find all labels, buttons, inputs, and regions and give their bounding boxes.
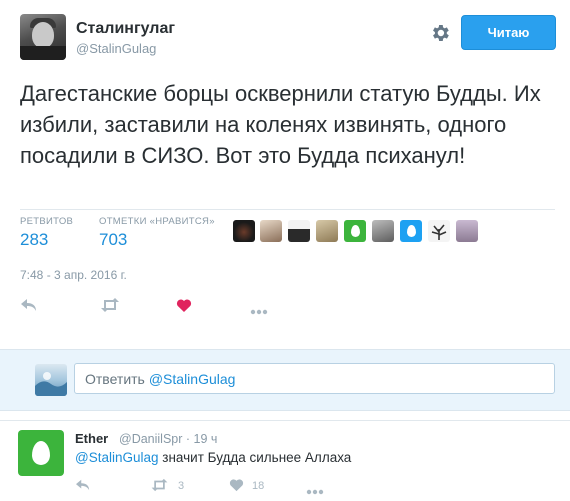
tweet-text: Дагестанские борцы осквернили статую Буд… [20, 81, 541, 168]
author-avatar[interactable] [20, 14, 66, 60]
comment-handle[interactable]: @DaniilSpr [119, 432, 182, 446]
divider [0, 420, 570, 421]
comment-like-count: 18 [252, 480, 265, 492]
retweet-icon[interactable] [100, 297, 120, 318]
reply-input[interactable]: Ответить @StalinGulag [74, 363, 555, 394]
divider [20, 209, 555, 210]
liker-avatar-egg[interactable] [344, 220, 366, 242]
liker-avatar[interactable] [456, 220, 478, 242]
reply-icon[interactable] [20, 297, 38, 318]
liker-avatar[interactable] [288, 220, 310, 242]
retweets-count[interactable]: 283 [20, 230, 48, 250]
likes-count[interactable]: 703 [99, 230, 127, 250]
comment-author-name[interactable]: Ether [75, 431, 108, 446]
comment-avatar-egg[interactable] [18, 430, 64, 476]
liker-avatar[interactable] [260, 220, 282, 242]
liker-avatar-egg[interactable] [400, 220, 422, 242]
liker-avatar[interactable] [428, 220, 450, 242]
follow-button[interactable]: Читаю [461, 15, 556, 50]
comment-time[interactable]: 19 ч [194, 432, 218, 446]
heart-icon[interactable] [176, 298, 192, 318]
reply-prefix: Ответить [85, 370, 145, 387]
retweets-label: РЕТВИТОВ [20, 216, 74, 227]
liker-avatar[interactable] [372, 220, 394, 242]
comment-retweet-icon[interactable] [150, 478, 169, 497]
current-user-avatar [35, 364, 67, 396]
reply-mention: @StalinGulag [148, 370, 236, 387]
liker-avatar[interactable] [316, 220, 338, 242]
gear-icon[interactable] [429, 22, 451, 44]
comment-mention[interactable]: @StalinGulag [75, 450, 159, 465]
comment-body: значит Будда сильнее Аллаха [162, 450, 352, 465]
comment-text: @StalinGulag значит Будда сильнее Аллаха [75, 450, 351, 465]
more-icon[interactable] [250, 302, 268, 320]
comment-reply-icon[interactable] [75, 478, 91, 497]
author-handle[interactable]: @StalinGulag [76, 41, 156, 56]
likes-label: ОТМЕТКИ «НРАВИТСЯ» [99, 216, 215, 227]
comment-retweet-count: 3 [178, 480, 185, 492]
comment-meta: @DaniilSpr · 19 ч [119, 432, 218, 446]
tweet-timestamp[interactable]: 7:48 - 3 апр. 2016 г. [20, 268, 127, 282]
comment-heart-icon[interactable] [229, 478, 244, 497]
comment-more-icon[interactable] [306, 482, 324, 500]
liker-avatar[interactable] [233, 220, 255, 242]
author-name[interactable]: Сталингулаг [76, 20, 175, 38]
